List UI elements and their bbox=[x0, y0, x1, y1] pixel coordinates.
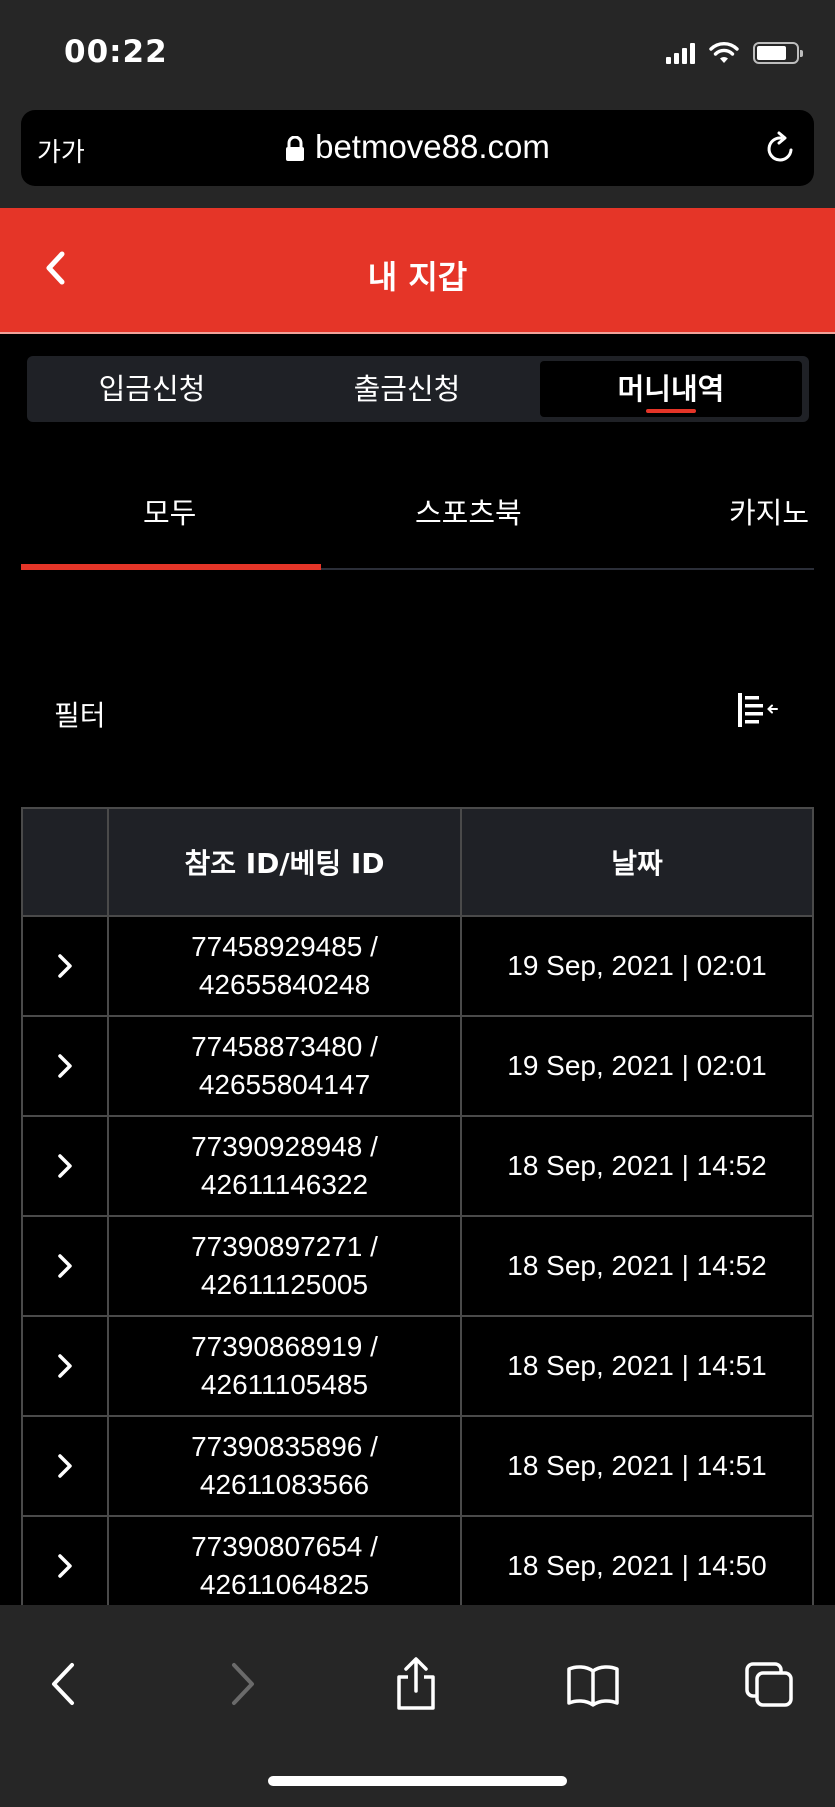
table-row[interactable]: 77390835896 / 42611083566 18 Sep, 2021 | 1… bbox=[21, 1415, 814, 1517]
tabs-icon[interactable] bbox=[744, 1661, 796, 1709]
chevron-right-icon bbox=[58, 1054, 72, 1078]
app-header: 내 지갑 bbox=[0, 208, 835, 334]
url-display[interactable]: betmove88.com bbox=[21, 128, 814, 166]
signal-icon bbox=[666, 42, 695, 64]
browser-toolbar bbox=[0, 1605, 835, 1807]
header-date: 날짜 bbox=[460, 807, 814, 917]
chevron-right-icon bbox=[58, 1454, 72, 1478]
reference-id-cell: 77458929485 / 42655840248 bbox=[107, 915, 462, 1017]
money-history-table: 참조 ID/베팅 ID 날짜 77458929485 / 42655840248 1… bbox=[21, 807, 814, 1617]
table-row[interactable]: 77458873480 / 42655804147 19 Sep, 2021 | 0… bbox=[21, 1015, 814, 1117]
browser-address-area: 가가 betmove88.com bbox=[0, 108, 835, 208]
tab-withdraw-request[interactable]: 출금신청 bbox=[282, 356, 532, 422]
status-time: 00:22 bbox=[64, 34, 168, 70]
row-expand-button[interactable] bbox=[21, 1415, 109, 1517]
row-expand-button[interactable] bbox=[21, 1015, 109, 1117]
row-expand-button[interactable] bbox=[21, 1215, 109, 1317]
table-row[interactable]: 77390928948 / 42611146322 18 Sep, 2021 | 1… bbox=[21, 1115, 814, 1217]
bet-id: 42611146322 bbox=[200, 1169, 369, 1200]
table-header-row: 참조 ID/베팅 ID 날짜 bbox=[21, 807, 814, 917]
status-icons bbox=[666, 38, 803, 68]
bet-id: 42655840248 bbox=[198, 969, 371, 1000]
lock-icon bbox=[286, 136, 305, 162]
bet-id: 42655804147 bbox=[198, 1069, 371, 1100]
date-cell: 18 Sep, 2021 | 14:51 bbox=[460, 1415, 814, 1517]
reference-id-cell: 77390835896 / 42611083566 bbox=[107, 1415, 462, 1517]
url-text: betmove88.com bbox=[315, 128, 550, 165]
row-expand-button[interactable] bbox=[21, 1115, 109, 1217]
category-tab-casino[interactable]: 카지노 bbox=[729, 490, 809, 532]
reference-id: 77458873480 / bbox=[191, 1031, 378, 1062]
browser-back-icon[interactable] bbox=[48, 1661, 78, 1707]
reference-id-cell: 77390897271 / 42611125005 bbox=[107, 1215, 462, 1317]
reload-icon[interactable] bbox=[764, 130, 798, 166]
reference-id: 77458929485 / bbox=[191, 931, 378, 962]
wifi-icon bbox=[709, 42, 739, 63]
date-cell: 18 Sep, 2021 | 14:52 bbox=[460, 1115, 814, 1217]
chevron-right-icon bbox=[58, 954, 72, 978]
row-expand-button[interactable] bbox=[21, 1315, 109, 1417]
page-title: 내 지갑 bbox=[367, 258, 468, 296]
reference-id: 77390868919 / bbox=[191, 1331, 378, 1362]
date-cell: 18 Sep, 2021 | 14:50 bbox=[460, 1515, 814, 1617]
reference-id-cell: 77390868919 / 42611105485 bbox=[107, 1315, 462, 1417]
bet-id: 42611105485 bbox=[200, 1369, 369, 1400]
chevron-right-icon bbox=[58, 1154, 72, 1178]
wallet-segment-tabs: 입금신청 출금신청 머니내역 bbox=[27, 356, 809, 422]
reference-id-cell: 77458873480 / 42655804147 bbox=[107, 1015, 462, 1117]
category-tabs: 모두 스포츠북 카지노 bbox=[21, 476, 835, 570]
browser-forward-icon[interactable] bbox=[228, 1661, 258, 1707]
tab-money-history[interactable]: 머니내역 bbox=[540, 361, 802, 417]
table-row[interactable]: 77390868919 / 42611105485 18 Sep, 2021 | 1… bbox=[21, 1315, 814, 1417]
table-row[interactable]: 77390807654 / 42611064825 18 Sep, 2021 | 1… bbox=[21, 1515, 814, 1617]
share-icon[interactable] bbox=[394, 1657, 438, 1711]
tab-money-history-label: 머니내역 bbox=[617, 372, 725, 406]
bookmarks-icon[interactable] bbox=[566, 1663, 620, 1707]
date-cell: 19 Sep, 2021 | 02:01 bbox=[460, 915, 814, 1017]
chevron-right-icon bbox=[58, 1554, 72, 1578]
chevron-right-icon bbox=[58, 1354, 72, 1378]
row-expand-button[interactable] bbox=[21, 915, 109, 1017]
address-bar[interactable]: 가가 betmove88.com bbox=[21, 110, 814, 186]
date-cell: 19 Sep, 2021 | 02:01 bbox=[460, 1015, 814, 1117]
battery-icon bbox=[753, 42, 803, 64]
active-tab-indicator bbox=[646, 409, 696, 413]
home-indicator bbox=[268, 1776, 567, 1786]
bet-id: 42611125005 bbox=[200, 1269, 369, 1300]
reference-id: 77390835896 / bbox=[191, 1431, 378, 1462]
header-reference-id: 참조 ID/베팅 ID bbox=[107, 807, 462, 917]
category-active-indicator bbox=[21, 564, 321, 570]
reference-id: 77390807654 / bbox=[191, 1531, 378, 1562]
filter-sort-icon[interactable] bbox=[737, 690, 781, 730]
date-cell: 18 Sep, 2021 | 14:51 bbox=[460, 1315, 814, 1417]
reference-id-cell: 77390807654 / 42611064825 bbox=[107, 1515, 462, 1617]
category-tab-all[interactable]: 모두 bbox=[143, 490, 196, 532]
row-expand-button[interactable] bbox=[21, 1515, 109, 1617]
filter-label[interactable]: 필터 bbox=[54, 694, 106, 734]
table-row[interactable]: 77390897271 / 42611125005 18 Sep, 2021 | 1… bbox=[21, 1215, 814, 1317]
date-cell: 18 Sep, 2021 | 14:52 bbox=[460, 1215, 814, 1317]
reference-id-cell: 77390928948 / 42611146322 bbox=[107, 1115, 462, 1217]
status-bar: 00:22 bbox=[0, 0, 835, 108]
category-tab-sportsbook[interactable]: 스포츠북 bbox=[415, 490, 522, 532]
bet-id: 42611064825 bbox=[199, 1569, 370, 1600]
reference-id: 77390928948 / bbox=[191, 1131, 378, 1162]
chevron-right-icon bbox=[58, 1254, 72, 1278]
tab-deposit-request[interactable]: 입금신청 bbox=[27, 356, 277, 422]
reference-id: 77390897271 / bbox=[191, 1231, 378, 1262]
header-expand-column bbox=[21, 807, 109, 917]
table-body: 77458929485 / 42655840248 19 Sep, 2021 | 0… bbox=[21, 915, 814, 1617]
table-row[interactable]: 77458929485 / 42655840248 19 Sep, 2021 | 0… bbox=[21, 915, 814, 1017]
bet-id: 42611083566 bbox=[199, 1469, 370, 1500]
